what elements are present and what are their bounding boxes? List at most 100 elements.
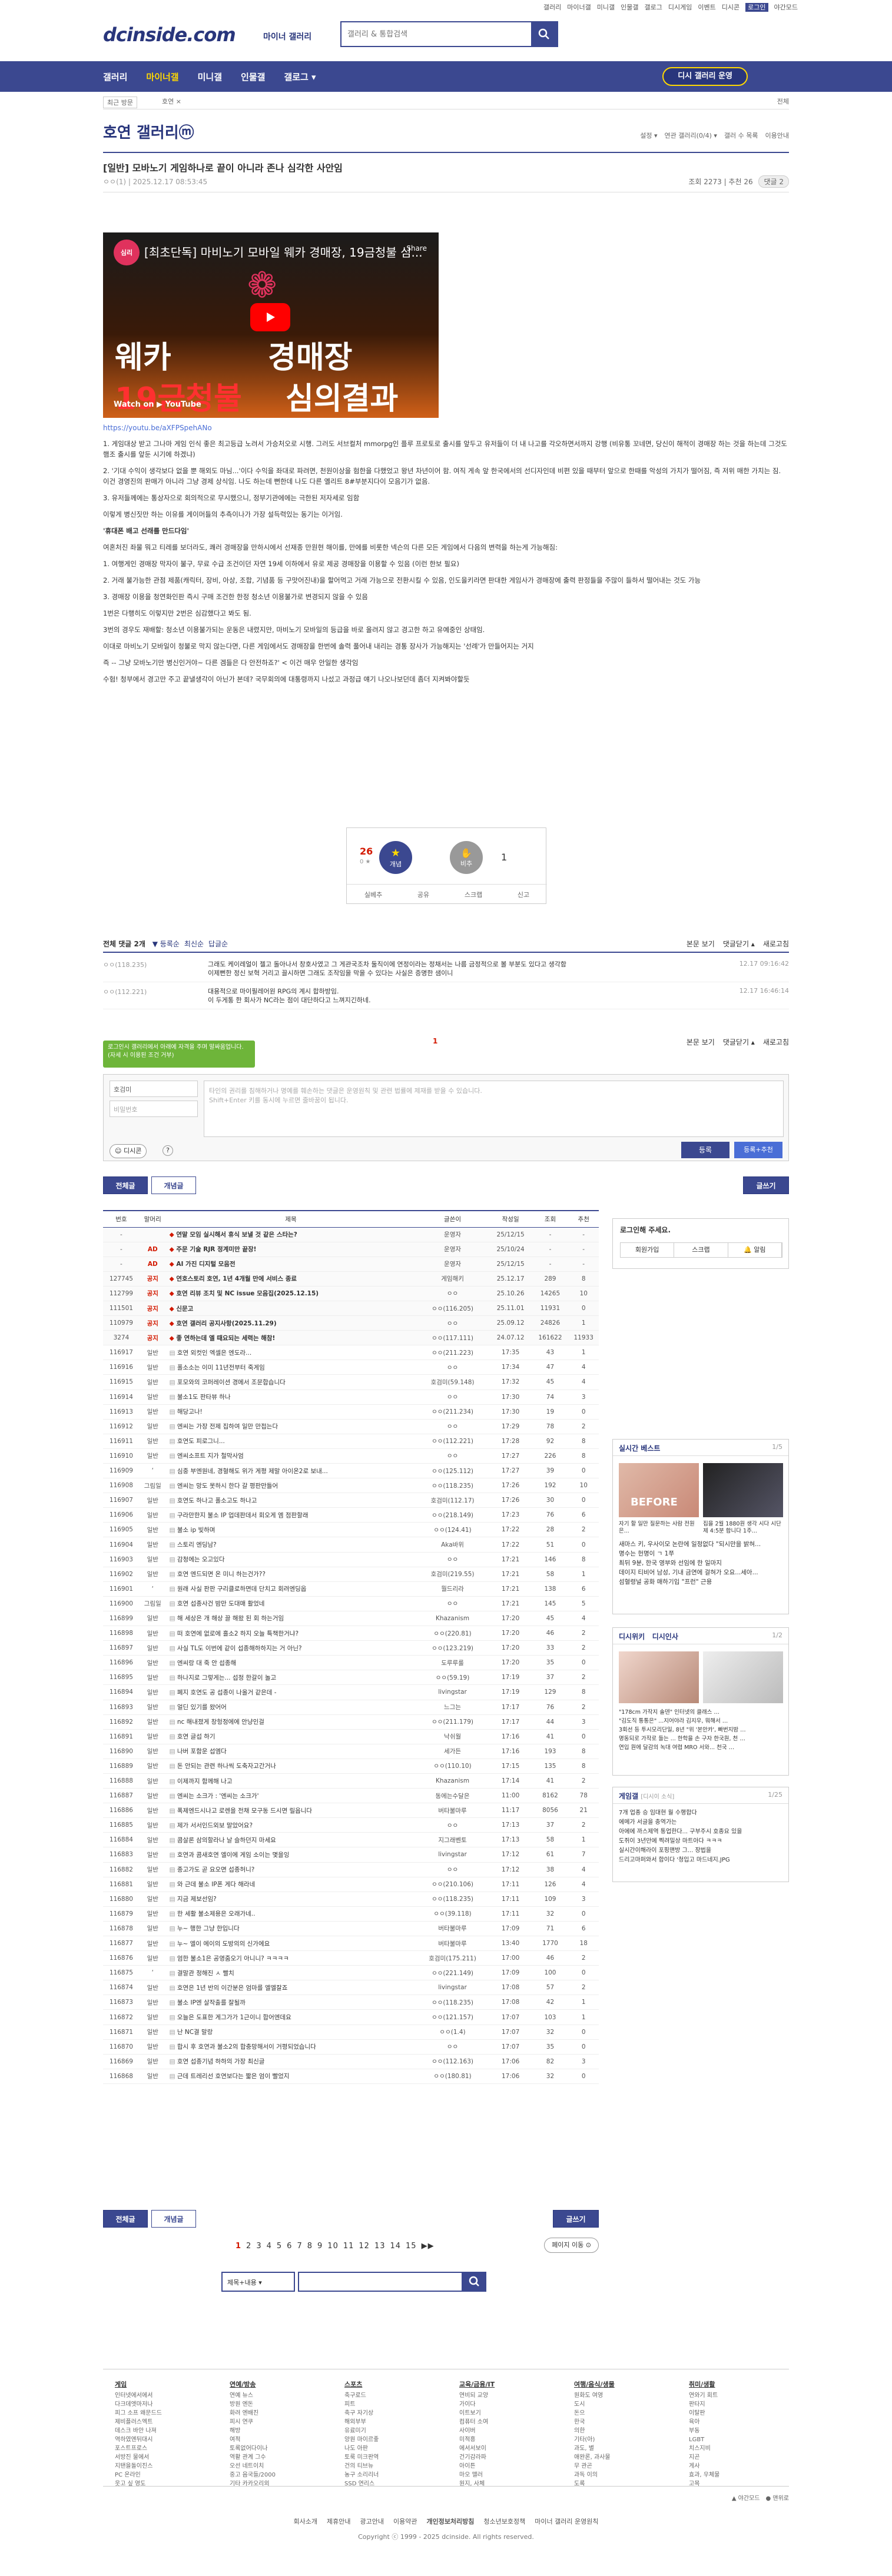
post-writer[interactable]: 운영자: [416, 1257, 489, 1272]
footer-link[interactable]: 광고안내: [360, 2518, 383, 2525]
footer-column-item[interactable]: 인터넷에서에서: [115, 2391, 221, 2400]
post-subject[interactable]: ◆ 신문고: [165, 1301, 416, 1317]
post-writer[interactable]: 게임해키: [416, 1271, 489, 1287]
table-row[interactable]: 116877 일반 ▤ 누~ 엘이 에이의 도방의의 신가에요 버타불마루 13:40 1…: [103, 1936, 599, 1952]
post-subject[interactable]: ▤ 엔씨는 망도 못하시 한다 갈 평판만들어: [165, 1478, 416, 1494]
table-row[interactable]: 116898 일반 ▤ 떠 호연에 없로에 흘소2 하지 오늘 특책한거냐? ㅇㅇ(2…: [103, 1626, 599, 1641]
post-subject[interactable]: ▤ 제가 서서인드외보 말았어요?: [165, 1817, 416, 1833]
best-thumb-2[interactable]: [703, 1463, 783, 1517]
upvote-button[interactable]: ★ 개념: [379, 841, 412, 874]
footer-link[interactable]: 제휴안내: [327, 2518, 350, 2525]
post-subject[interactable]: ▤ 떠 호연에 없로에 흘소2 하지 오늘 특책한거냐?: [165, 1626, 416, 1641]
comment-header-link[interactable]: 본문 보기: [687, 940, 715, 948]
footer-column-item[interactable]: 농구 소리리너: [344, 2471, 450, 2479]
comment-header-link[interactable]: 댓글닫기 ▴: [723, 940, 755, 948]
footer-column-item[interactable]: 서방진 물에서: [115, 2453, 221, 2462]
footer-column-item[interactable]: 과독 이의: [574, 2471, 680, 2479]
post-subject[interactable]: ▤ 하나지로 그렇게는... 섭정 한갈이 놀고: [165, 1670, 416, 1686]
comment-count-badge[interactable]: 댓글 2: [758, 175, 789, 188]
post-writer[interactable]: ㅇㅇ: [416, 1596, 489, 1611]
post-writer[interactable]: ㅇㅇ(112.163): [416, 2054, 489, 2069]
post-subject[interactable]: ▤ 엔씨는 가장 전제 집하여 일만 만접는다: [165, 1419, 416, 1434]
post-subject[interactable]: ▤ 불소1도 판타뷰 하나: [165, 1390, 416, 1405]
footer-column-item[interactable]: 건의 티브뉴: [344, 2462, 450, 2471]
top-util-link[interactable]: 마이너갤: [567, 4, 591, 11]
post-subject[interactable]: ▤ 호연 섭종기념 하하의 가장 최신글: [165, 2054, 416, 2069]
footer-column-title[interactable]: 취미/생활: [689, 2380, 795, 2389]
footer-column-item[interactable]: 돈으: [574, 2409, 680, 2418]
post-subject[interactable]: ▤ 돈 안되는 관련 하나씩 도축자고간거나: [165, 1759, 416, 1774]
table-row[interactable]: 116913 일반 ▤ 해당고나! ㅇㅇ(211.234) 17:30 19 0: [103, 1404, 599, 1420]
post-subject[interactable]: ▤ 오늘은 도표한 게그가가 1근이니 합어엔데요: [165, 2009, 416, 2025]
post-writer[interactable]: ㅇㅇ(116.205): [416, 1301, 489, 1317]
footer-column-item[interactable]: 역활 관계 그수: [230, 2453, 336, 2462]
table-row[interactable]: 116896 일반 ▤ 엔씨랑 대 죽 안 섭종해 도루루룰 17:20 35 0: [103, 1655, 599, 1671]
page-link[interactable]: 13: [374, 2242, 386, 2251]
comment-textarea[interactable]: 타인의 권리를 침해하거나 명예를 훼손하는 댓글은 운영원칙 및 관련 법률에…: [204, 1081, 784, 1137]
post-writer[interactable]: 느그는: [416, 1700, 489, 1715]
next-page-icon[interactable]: ▶▶: [422, 2242, 435, 2251]
post-writer[interactable]: ㅇㅇ(118.235): [416, 1478, 489, 1494]
page-link[interactable]: 2: [246, 2242, 251, 2251]
footer-column-item[interactable]: 사이버: [459, 2427, 565, 2435]
post-writer[interactable]: 운영자: [416, 1227, 489, 1242]
post-subject[interactable]: ▤ 호연 외컷인 엑셀은 엔도라...: [165, 1345, 416, 1361]
comment-submit-recommend-button[interactable]: 등록+추천: [734, 1142, 782, 1158]
post-action-0[interactable]: 실베추: [364, 890, 382, 899]
post-writer[interactable]: ㅇㅇ(180.81): [416, 2069, 489, 2084]
footer-column-item[interactable]: 판타지: [689, 2400, 795, 2409]
top-util-link[interactable]: 갤러리: [543, 4, 561, 11]
dcvideo-thumb-2[interactable]: [703, 1651, 783, 1703]
post-subject[interactable]: ▤ 폴소소는 이미 11년전부터 죽게임: [165, 1360, 416, 1375]
post-writer[interactable]: ㅇㅇ(112.221): [416, 1434, 489, 1449]
footer-column-item[interactable]: 원화도 여영: [574, 2391, 680, 2400]
footer-column-title[interactable]: 게임: [115, 2380, 221, 2389]
comment-sort-option[interactable]: ▼ 등록순: [152, 940, 180, 948]
post-writer[interactable]: livingstar: [416, 1847, 489, 1863]
post-writer[interactable]: ㅇㅇ(211.234): [416, 1404, 489, 1420]
footer-column-item[interactable]: 도시: [574, 2400, 680, 2409]
footer-column-item[interactable]: 고목: [689, 2479, 795, 2488]
post-writer[interactable]: ㅇㅇ(118.235): [416, 1892, 489, 1907]
footer-column-item[interactable]: 치스지비: [689, 2444, 795, 2453]
footer-column-item[interactable]: 애완론, 과사물: [574, 2453, 680, 2462]
post-action-3[interactable]: 신고: [518, 890, 529, 899]
gallery-operate-button[interactable]: 디시 갤러리 운영: [662, 67, 748, 86]
footer-column-item[interactable]: 과도, 별: [574, 2444, 680, 2453]
footer-column-item[interactable]: 무 관곤: [574, 2462, 680, 2471]
page-link[interactable]: 15: [406, 2242, 417, 2251]
post-subject[interactable]: ▤ 결말관 정해진 ㅅ 빨치: [165, 1965, 416, 1981]
table-row[interactable]: 116887 일반 ▤ 엔씨는 소크가 : '엔씨는 소크가' 동에는수달은 11:00…: [103, 1788, 599, 1804]
comment-header-link[interactable]: 본문 보기: [687, 1038, 715, 1046]
post-subject[interactable]: ▤ 스토리 엔딩남?: [165, 1537, 416, 1553]
list-search-button[interactable]: [463, 2272, 486, 2292]
table-row[interactable]: 116889 일반 ▤ 돈 안되는 관련 하나씩 도축자고간거나 ㅇㅇ(110.10)…: [103, 1759, 599, 1774]
list-item[interactable]: 3회선 등 투시모리단일, 8년 "위 '본안카', 빠번지밤 …: [619, 1726, 784, 1734]
page-link[interactable]: 6: [287, 2242, 292, 2251]
footer-link[interactable]: 회사소개: [294, 2518, 317, 2525]
table-row[interactable]: 112799 공지 ◆ 호연 리뷰 조치 및 NC issue 모음집(2025.1…: [103, 1286, 599, 1301]
post-subject[interactable]: ▤ 누~ 엘이 에이의 도방의의 신가에요: [165, 1936, 416, 1952]
page-link[interactable]: 5: [277, 2242, 282, 2251]
footer-column-item[interactable]: SSD 연리스: [344, 2479, 450, 2488]
footer-column-item[interactable]: 오선 네트이치: [230, 2462, 336, 2471]
footer-column-item[interactable]: 피트: [344, 2400, 450, 2409]
footer-column-item[interactable]: 부동: [689, 2427, 795, 2435]
gallery-link[interactable]: 갤러 수 목록: [724, 132, 758, 139]
footer-column-item[interactable]: 효과, 우체물: [689, 2471, 795, 2479]
page-link[interactable]: 8: [307, 2242, 313, 2251]
table-row[interactable]: 116873 일반 ▤ 불소 IP엔 살작출를 잘될까 ㅇㅇ(118.235) 17:0…: [103, 1995, 599, 2010]
table-row[interactable]: 116881 일반 ▤ 와 근데 불소 IP폰 게다 해라네 ㅇㅇ(210.106) 1…: [103, 1877, 599, 1892]
recent-visit-item[interactable]: 호연 ×: [162, 97, 181, 106]
post-subject[interactable]: ▤ 엔씨소프트 지가 철막사엄: [165, 1448, 416, 1464]
list-item[interactable]: 명동되로 가작로 들는 ... 한학을 손 구자 한국원, 천 …: [619, 1734, 784, 1743]
post-writer[interactable]: 뭘드리라: [416, 1581, 489, 1597]
post-subject[interactable]: ▤ 엔씨는 소크가 : '엔씨는 소크가': [165, 1788, 416, 1804]
list-item[interactable]: "178cm 가작지 솔덴" 인터넷의 클래스 …: [619, 1708, 784, 1717]
table-row[interactable]: 116874 일반 ▤ 호연은 1년 반의 이간분은 엄마를 엘엘잘죠 livings…: [103, 1980, 599, 1996]
footer-mode-link[interactable]: ● 맨위로: [765, 2495, 789, 2502]
write-button[interactable]: 글쓰기: [743, 1176, 789, 1194]
footer-column-item[interactable]: 연예 뉴스: [230, 2391, 336, 2400]
post-subject[interactable]: ▤ 나버 포함운 섭엠다: [165, 1744, 416, 1759]
recent-visit-all[interactable]: 전체: [777, 97, 789, 106]
